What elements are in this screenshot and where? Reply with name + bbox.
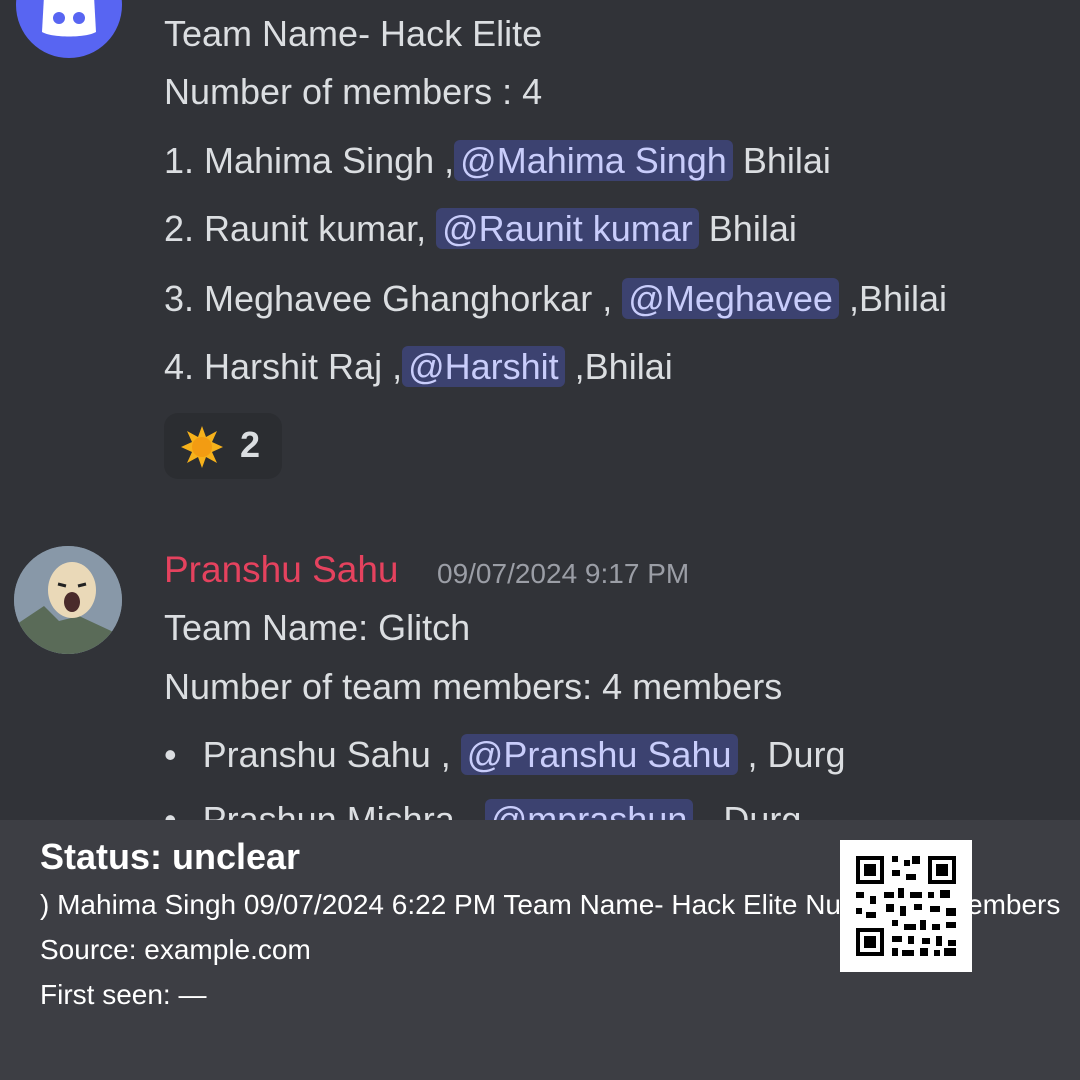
source-text: Source: example.com [40, 934, 311, 965]
member-line: 4. Harshit Raj , @Harshit ,Bhilai [164, 345, 673, 389]
message-line: Number of members : 4 [164, 71, 543, 112]
message-timestamp: 09/07/2024 9:17 PM [437, 558, 690, 589]
member-city: ,Bhilai [564, 346, 673, 387]
user-mention[interactable]: @Harshit [402, 346, 565, 387]
message-line: Team Name- Hack Elite [164, 13, 543, 54]
sun-emoji-icon [181, 426, 223, 468]
member-text: 4. Harshit Raj , [164, 346, 403, 387]
message-author[interactable]: Pranshu Sahu [164, 548, 399, 592]
first-seen-text: First seen: — [40, 979, 207, 1010]
discord-logo-icon [42, 0, 96, 37]
avatar-image [14, 546, 122, 654]
bullet: • [164, 734, 177, 775]
message-line: Number of team members: 4 members [164, 666, 783, 707]
member-text: 3. Meghavee Ghanghorkar , [164, 278, 623, 319]
qr-code-icon [840, 840, 972, 972]
member-city: , Durg [693, 799, 802, 820]
member-city: , Durg [737, 734, 846, 775]
member-text: 2. Raunit kumar, [164, 208, 437, 249]
member-text: Pranshu Sahu , [202, 734, 461, 775]
member-line: 2. Raunit kumar, @Raunit kumar Bhilai [164, 207, 797, 251]
user-avatar[interactable] [14, 546, 122, 654]
reaction-count: 2 [240, 424, 261, 465]
reaction-button[interactable]: 2 [164, 413, 282, 479]
member-line: • Pranshu Sahu , @Pranshu Sahu , Durg [164, 733, 846, 777]
member-city: Bhilai [698, 208, 797, 249]
message-line: Team Name: Glitch [164, 607, 471, 648]
member-text: 1. Mahima Singh , [164, 140, 455, 181]
member-line: • Prashun Mishra , @mprashun , Durg [164, 798, 801, 820]
bullet: • [164, 799, 177, 820]
discord-avatar[interactable] [16, 0, 122, 58]
chat-view: Team Name- Hack Elite Number of members … [0, 0, 1080, 820]
member-line: 3. Meghavee Ghanghorkar , @Meghavee ,Bhi… [164, 277, 947, 321]
user-mention[interactable]: @Pranshu Sahu [460, 734, 738, 775]
user-mention[interactable]: @Raunit kumar [436, 208, 699, 249]
status-label: Status: unclear [40, 836, 301, 877]
user-mention[interactable]: @Meghavee [622, 278, 839, 319]
member-text: Prashun Mishra , [202, 799, 485, 820]
qr-code [840, 840, 972, 972]
member-line: 1. Mahima Singh , @Mahima Singh Bhilai [164, 139, 831, 183]
member-city: Bhilai [732, 140, 831, 181]
user-mention[interactable]: @mprashun [484, 799, 694, 820]
user-mention[interactable]: @Mahima Singh [454, 140, 733, 181]
member-city: ,Bhilai [838, 278, 948, 319]
